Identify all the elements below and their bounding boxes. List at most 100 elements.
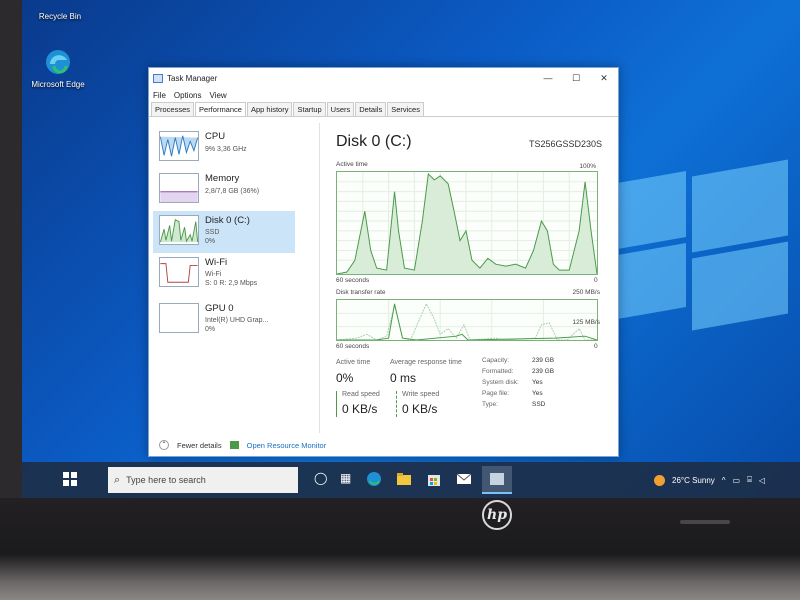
read-speed-marker [336, 391, 337, 417]
desktop-icon-edge[interactable]: Microsoft Edge [30, 48, 86, 89]
fewer-details-link[interactable]: Fewer details [177, 441, 222, 450]
task-manager-window[interactable]: Task Manager — ☐ ✕ File Options View Pro… [148, 67, 619, 457]
open-resource-monitor-link[interactable]: Open Resource Monitor [247, 441, 327, 450]
windows-logo-pane [692, 241, 788, 331]
edge-icon [46, 50, 70, 74]
disk-thumbnail-graph [159, 215, 199, 245]
menu-bar: File Options View [149, 88, 618, 102]
prop-value: Yes [532, 379, 543, 386]
resource-monitor-icon [229, 441, 239, 449]
prop-key: Capacity: [482, 357, 510, 364]
disk-detail-pane: Disk 0 (C:) TS256GSSD230S Active time 10… [332, 123, 612, 433]
maximize-button[interactable]: ☐ [562, 73, 590, 84]
mail-icon[interactable] [456, 471, 472, 487]
stat-write-label: Write speed [402, 391, 440, 398]
laptop-bezel [0, 498, 800, 600]
sidebar-item-cpu[interactable]: CPU 9% 3,36 GHz [153, 127, 295, 169]
performance-sidebar: CPU 9% 3,36 GHz Memory 2,8/7,8 GB (36%) … [153, 123, 295, 433]
prop-value: SSD [532, 401, 546, 408]
stat-active-time-label: Active time [336, 359, 371, 366]
menu-file[interactable]: File [153, 91, 166, 100]
chevron-up-icon[interactable]: ^ [722, 476, 726, 485]
volume-icon[interactable]: ◁ [759, 476, 765, 485]
sidebar-item-memory[interactable]: Memory 2,8/7,8 GB (36%) [153, 169, 295, 211]
wifi-thumbnail-graph [159, 257, 199, 287]
tab-users[interactable]: Users [326, 102, 355, 116]
tab-services[interactable]: Services [387, 102, 424, 116]
sidebar-item-detail: 0% [205, 238, 216, 245]
prop-value: 239 GB [532, 368, 555, 375]
stat-active-time-value: 0% [336, 371, 354, 385]
window-footer: ⌃ Fewer details Open Resource Monitor [159, 440, 326, 450]
laptop-screen: Recycle Bin Microsoft Edge Task Manager … [22, 0, 800, 498]
title-bar[interactable]: Task Manager — ☐ ✕ [149, 68, 618, 88]
sidebar-divider [319, 123, 320, 433]
menu-view[interactable]: View [209, 91, 226, 100]
menu-options[interactable]: Options [174, 91, 202, 100]
minimize-button[interactable]: — [534, 73, 562, 83]
prop-key: Type: [482, 401, 498, 408]
sidebar-item-detail: 2,8/7,8 GB (36%) [205, 188, 260, 195]
taskbar: ⌕ Type here to search ◯ ▦ 26°C Sunny ^ ▭… [22, 462, 800, 498]
battery-icon[interactable]: ▭ [733, 476, 741, 485]
sidebar-item-label: Disk 0 (C:) [205, 215, 250, 226]
graph-zero: 0 [594, 343, 598, 350]
windows-logo-pane [692, 159, 788, 253]
recycle-bin-icon [46, 0, 74, 10]
tab-strip: Processes Performance App history Startu… [149, 102, 618, 117]
tab-performance[interactable]: Performance [195, 102, 246, 116]
prop-value: Yes [532, 390, 543, 397]
prop-key: Formatted: [482, 368, 514, 375]
edge-icon[interactable] [366, 471, 382, 487]
graph-time-span: 60 seconds [336, 277, 370, 284]
search-icon: ⌕ [114, 473, 121, 486]
taskbar-search[interactable]: ⌕ Type here to search [108, 467, 298, 493]
widgets-icon[interactable]: ▦ [340, 471, 356, 487]
tab-processes[interactable]: Processes [151, 102, 195, 116]
sidebar-item-detail: Wi-Fi [205, 271, 222, 278]
sidebar-item-disk[interactable]: Disk 0 (C:) SSD 0% [153, 211, 295, 253]
stat-read-label: Read speed [342, 391, 380, 398]
prop-key: Page file: [482, 390, 510, 397]
sidebar-item-detail: Intel(R) UHD Grap... [205, 317, 269, 324]
disk-model: TS256GSSD230S [528, 139, 602, 149]
tab-details[interactable]: Details [355, 102, 387, 116]
active-time-graph [336, 171, 598, 275]
active-time-label: Active time [336, 161, 368, 168]
weather-text[interactable]: 26°C Sunny [672, 476, 715, 485]
transfer-rate-mid: 125 MB/s [572, 319, 600, 326]
sun-icon [654, 474, 665, 486]
sidebar-item-detail: S: 0 R: 2,9 Mbps [205, 280, 258, 287]
write-speed-marker [396, 391, 397, 417]
sidebar-item-label: GPU 0 [205, 303, 234, 314]
sidebar-item-label: CPU [205, 131, 226, 142]
stat-avg-response-value: 0 ms [390, 371, 417, 385]
start-icon[interactable] [62, 471, 78, 487]
sidebar-item-wifi[interactable]: Wi-Fi Wi-Fi S: 0 R: 2,9 Mbps [153, 253, 295, 295]
store-icon[interactable] [426, 471, 442, 487]
file-explorer-icon[interactable] [396, 471, 412, 487]
network-icon[interactable]: ⌸ [747, 475, 752, 485]
prop-key: System disk: [482, 379, 519, 386]
laptop-hinge [680, 520, 730, 524]
chevron-up-icon[interactable]: ⌃ [159, 440, 169, 450]
sidebar-item-detail: 0% [205, 326, 216, 333]
tab-app-history[interactable]: App history [246, 102, 293, 116]
task-view-icon[interactable]: ◯ [314, 471, 330, 487]
search-placeholder: Type here to search [126, 475, 206, 485]
active-time-max: 100% [579, 163, 596, 170]
tab-startup[interactable]: Startup [293, 102, 326, 116]
disk-properties: Capacity: 239 GB Formatted: 239 GB Syste… [482, 357, 602, 421]
graph-zero: 0 [594, 277, 598, 284]
sidebar-item-detail: 9% 3,36 GHz [205, 146, 247, 153]
sidebar-item-label: Wi-Fi [205, 257, 228, 268]
screen-bezel [0, 0, 22, 500]
hp-logo: hp [482, 500, 512, 530]
task-manager-taskbar-button[interactable] [482, 466, 512, 494]
close-button[interactable]: ✕ [590, 73, 618, 84]
sidebar-item-detail: SSD [205, 229, 220, 236]
desktop-icon-recycle-bin[interactable]: Recycle Bin [32, 0, 88, 21]
sidebar-item-gpu[interactable]: GPU 0 Intel(R) UHD Grap... 0% [153, 299, 295, 341]
task-manager-icon [153, 73, 163, 83]
transfer-rate-graph [336, 299, 598, 341]
